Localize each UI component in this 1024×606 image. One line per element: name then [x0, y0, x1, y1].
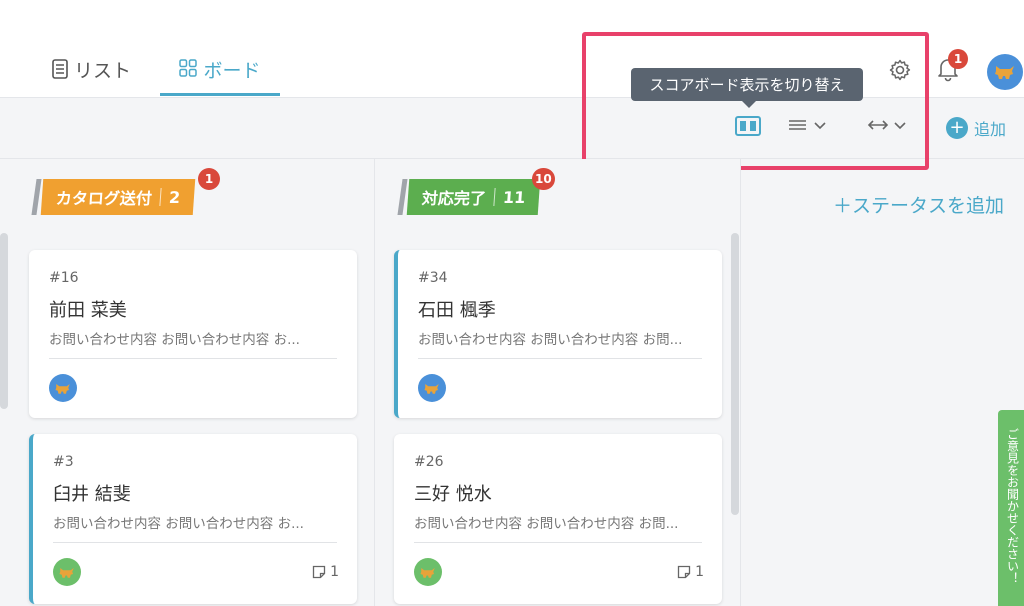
tab-list[interactable]: リスト [52, 56, 131, 96]
card-name: 石田 楓季 [418, 300, 496, 321]
column-badge: 10 [532, 168, 555, 190]
column-stripe [397, 179, 408, 215]
card-name: 前田 菜美 [49, 300, 127, 321]
column-count: 11 [502, 187, 526, 207]
bull-mascot-icon [55, 383, 70, 394]
card-avatar[interactable] [414, 558, 442, 586]
note-icon [677, 565, 691, 579]
notification-badge: 1 [948, 49, 968, 69]
list-doc-icon [52, 59, 68, 79]
bull-mascot-icon [59, 567, 74, 578]
card-description: お問い合わせ内容 お問い合わせ内容 お... [49, 332, 300, 348]
highlight-frame [582, 32, 929, 170]
user-avatar[interactable] [987, 54, 1023, 90]
card-number: #3 [53, 454, 74, 470]
note-icon [312, 565, 326, 579]
card[interactable]: #26 三好 悦水 お問い合わせ内容 お問い合わせ内容 お問... 1 [394, 434, 722, 604]
scrollbar[interactable] [0, 233, 8, 409]
column-separator [493, 188, 496, 206]
column-label: カタログ送付 2 [40, 179, 196, 215]
card-divider [53, 542, 337, 543]
card-name: 三好 悦水 [414, 484, 492, 505]
add-status-button[interactable]: ＋ステータスを追加 [833, 191, 1004, 218]
bull-mascot-icon [424, 383, 439, 394]
card-avatar[interactable] [53, 558, 81, 586]
card-number: #26 [414, 454, 444, 470]
column-label: 対応完了 11 [406, 179, 541, 215]
card-description: お問い合わせ内容 お問い合わせ内容 お問... [418, 332, 683, 348]
card[interactable]: #34 石田 楓季 お問い合わせ内容 お問い合わせ内容 お問... [394, 250, 722, 418]
column-title: カタログ送付 [55, 189, 153, 208]
board-grid-icon [179, 59, 198, 77]
column-separator [159, 188, 162, 206]
card-avatar[interactable] [49, 374, 77, 402]
board-column: カタログ送付 2 1 #16 前田 菜美 お問い合わせ内容 お問い合わせ内容 お… [0, 159, 375, 606]
card-comment-count[interactable]: 1 [677, 564, 704, 580]
comment-count: 1 [330, 564, 339, 580]
column-header[interactable]: カタログ送付 2 [31, 179, 196, 215]
bull-mascot-icon [995, 66, 1014, 79]
card-divider [49, 358, 337, 359]
card-description: お問い合わせ内容 お問い合わせ内容 お問... [414, 516, 679, 532]
comment-count: 1 [695, 564, 704, 580]
card[interactable]: #16 前田 菜美 お問い合わせ内容 お問い合わせ内容 お... [29, 250, 357, 418]
add-button-label: 追加 [974, 120, 1007, 139]
tab-board[interactable]: ボード [160, 56, 280, 96]
feedback-tab[interactable]: ご意見をお聞かせください！ [998, 410, 1024, 606]
card-divider [418, 358, 702, 359]
card-number: #16 [49, 270, 79, 286]
card[interactable]: #3 臼井 結斐 お問い合わせ内容 お問い合わせ内容 お... 1 [29, 434, 357, 604]
column-badge: 1 [198, 168, 220, 190]
scrollbar[interactable] [731, 233, 739, 515]
card-comment-count[interactable]: 1 [312, 564, 339, 580]
board-column: 対応完了 11 10 #34 石田 楓季 お問い合わせ内容 お問い合わせ内容 お… [376, 159, 741, 606]
tab-list-label: リスト [74, 60, 132, 82]
card-name: 臼井 結斐 [53, 484, 131, 505]
column-stripe [31, 179, 42, 215]
column-title: 対応完了 [421, 189, 487, 208]
bull-mascot-icon [420, 567, 435, 578]
card-number: #34 [418, 270, 448, 286]
card-divider [414, 542, 702, 543]
column-header[interactable]: 対応完了 11 [397, 179, 541, 215]
add-button[interactable]: + 追加 [946, 116, 1006, 140]
card-description: お問い合わせ内容 お問い合わせ内容 お... [53, 516, 304, 532]
card-avatar[interactable] [418, 374, 446, 402]
tab-board-label: ボード [203, 60, 261, 82]
plus-icon: + [946, 117, 968, 139]
column-count: 2 [168, 187, 181, 207]
